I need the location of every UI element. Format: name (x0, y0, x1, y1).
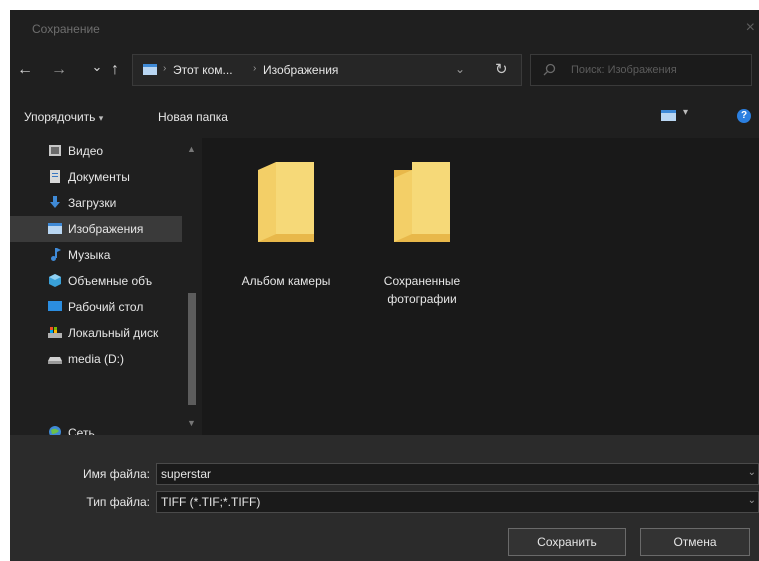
folder-item[interactable]: Альбом камеры (231, 160, 341, 330)
title-bar: Сохранение × (10, 10, 759, 48)
folder-name-line: фотографии (387, 292, 457, 306)
sidebar-item-label: Рабочий стол (68, 300, 144, 314)
sidebar-item-label: Музыка (68, 248, 111, 262)
help-icon[interactable]: ? (737, 109, 751, 123)
chevron-down-icon[interactable]: ⌄ (748, 467, 756, 478)
folder-icon (258, 162, 314, 242)
window-title: Сохранение (32, 22, 100, 36)
desktop-icon (48, 301, 62, 311)
close-icon[interactable]: × (746, 19, 755, 37)
folder-name: Сохраненные фотографии (367, 272, 477, 308)
breadcrumb-pictures[interactable]: Изображения (263, 63, 338, 77)
sidebar-item-local-disk[interactable]: Локальный диск (10, 320, 182, 346)
search-box[interactable]: Поиск: Изображения (530, 54, 752, 86)
local-disk-icon (48, 327, 62, 338)
filename-label: Имя файла: (83, 467, 150, 481)
sidebar-item-video[interactable]: Видео (10, 138, 182, 164)
chevron-down-icon: ▾ (98, 113, 104, 123)
sidebar-item-music[interactable]: Музыка (10, 242, 182, 268)
network-icon (49, 426, 61, 435)
filename-value: superstar (161, 467, 212, 481)
filename-field[interactable]: superstar ⌄ (156, 463, 759, 485)
sidebar-item-documents[interactable]: Документы (10, 164, 182, 190)
sidebar-item-label: Загрузки (68, 196, 117, 210)
breadcrumb-separator-icon: › (253, 63, 257, 74)
address-bar[interactable]: › Этот ком... › Изображения ⌄ ↻ (132, 54, 522, 86)
sidebar-item-3d-objects[interactable]: Объемные объ (10, 268, 182, 294)
scroll-down-icon[interactable]: ▼ (187, 418, 196, 428)
address-row: ← → ⌄ ↑ › Этот ком... › Изображения ⌄ ↻ … (10, 48, 759, 94)
sidebar-item-label: Сеть (68, 426, 95, 435)
folder-item[interactable]: Сохраненные фотографии (367, 160, 477, 330)
up-arrow-icon[interactable]: ↑ (106, 60, 124, 80)
scrollbar-thumb[interactable] (188, 293, 196, 405)
sidebar-item-label: Документы (68, 170, 130, 184)
filetype-select[interactable]: TIFF (*.TIF;*.TIFF) ⌄ (156, 491, 759, 513)
pictures-icon (48, 223, 62, 234)
drive-icon (48, 357, 62, 364)
save-dialog: Сохранение × ← → ⌄ ↑ › Этот ком... › Изо… (10, 10, 759, 561)
sidebar-item-media-drive[interactable]: media (D:) (10, 346, 182, 372)
folder-name-line: Альбом камеры (241, 274, 331, 288)
refresh-icon[interactable]: ↻ (495, 60, 508, 78)
back-arrow-icon[interactable]: ← (16, 60, 34, 80)
folder-name-line: Сохраненные (383, 274, 461, 288)
sidebar-item-pictures[interactable]: Изображения (10, 216, 182, 242)
search-icon (543, 63, 556, 76)
pictures-icon (143, 64, 157, 75)
save-options-panel: Имя файла: superstar ⌄ Тип файла: TIFF (… (10, 435, 759, 561)
3d-objects-icon (49, 274, 61, 287)
chevron-down-icon[interactable]: ⌄ (748, 495, 756, 506)
folder-icon (394, 162, 450, 242)
breadcrumb-separator-icon: › (163, 63, 167, 74)
sidebar-item-desktop[interactable]: Рабочий стол (10, 294, 182, 320)
cancel-button[interactable]: Отмена (640, 528, 750, 556)
downloads-icon (50, 196, 60, 208)
sidebar-item-network[interactable]: Сеть (10, 420, 182, 435)
sidebar-item-downloads[interactable]: Загрузки (10, 190, 182, 216)
documents-icon (50, 170, 60, 183)
search-input[interactable]: Поиск: Изображения (571, 64, 677, 76)
breadcrumb-this-pc[interactable]: Этот ком... (173, 63, 233, 77)
forward-arrow-icon[interactable]: → (50, 60, 68, 80)
chevron-down-icon[interactable]: ▾ (683, 107, 688, 118)
video-icon (49, 145, 61, 156)
new-folder-button[interactable]: Новая папка (158, 110, 228, 124)
sidebar-item-label: Объемные объ (68, 274, 153, 288)
sidebar-item-label: Видео (68, 144, 104, 158)
recent-locations-icon[interactable]: ⌄ (88, 57, 106, 77)
filetype-label: Тип файла: (86, 495, 150, 509)
organize-button[interactable]: Упорядочить ▾ (24, 110, 103, 124)
organize-label: Упорядочить (24, 110, 96, 124)
save-button[interactable]: Сохранить (508, 528, 626, 556)
sidebar-item-label: media (D:) (68, 352, 125, 366)
filetype-value: TIFF (*.TIF;*.TIFF) (161, 495, 261, 509)
folder-name: Альбом камеры (231, 272, 341, 290)
sidebar-item-label: Изображения (68, 222, 144, 236)
view-options-icon[interactable] (661, 110, 676, 121)
address-dropdown-icon[interactable]: ⌄ (455, 62, 465, 76)
sidebar-scrollbar[interactable]: ▲ ▼ (182, 138, 202, 435)
file-list: Альбом камеры Сохраненные фотографии (202, 138, 759, 435)
command-bar: Упорядочить ▾ Новая папка ▾ ? (10, 94, 759, 138)
music-icon (51, 248, 61, 261)
sidebar-item-label: Локальный диск (68, 326, 159, 340)
scroll-up-icon[interactable]: ▲ (187, 144, 196, 154)
navigation-pane: Видео Документы Загрузки Изображения Муз… (10, 138, 202, 435)
